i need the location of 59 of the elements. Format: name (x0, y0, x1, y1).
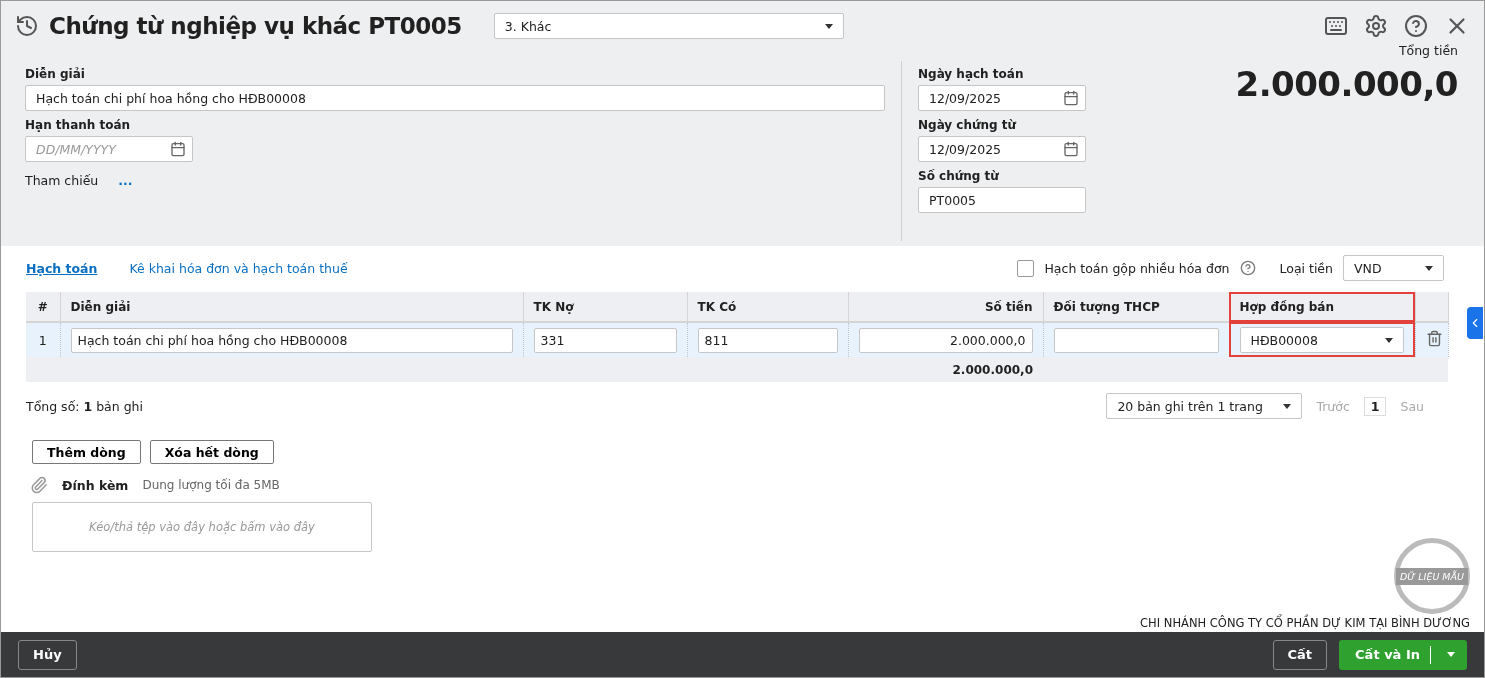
column-header: Diễn giải (60, 292, 523, 322)
attachment-label: Đính kèm (62, 477, 129, 493)
description-field[interactable]: Hạch toán chi phí hoa hồng cho HĐB00008 (25, 85, 885, 111)
tab[interactable]: Hạch toán (26, 260, 98, 276)
column-header: TK Có (687, 292, 848, 322)
window-title: Chứng từ nghiệp vụ khác PT0005 (49, 13, 462, 39)
column-header: TK Nợ (523, 292, 687, 322)
cell-input[interactable]: 331 (533, 327, 677, 353)
cell-input[interactable]: 811 (697, 327, 838, 353)
voucher-number-field[interactable]: PT0005 (918, 187, 1086, 213)
sample-data-stamp: DỮ LIỆU MẪU (1394, 538, 1470, 614)
tab[interactable]: Kê khai hóa đơn và hạch toán thuế (129, 260, 348, 276)
row-number: 1 (26, 322, 60, 357)
checkbox[interactable] (1017, 259, 1035, 277)
save-button[interactable]: Cất (1272, 639, 1328, 670)
cell-input[interactable]: 2.000.000,0 (858, 327, 1033, 353)
cell-input[interactable] (1053, 327, 1219, 353)
checkbox-label: Hạch toán gộp nhiều hóa đơn (1044, 260, 1230, 276)
field-label: Diễn giải (25, 67, 86, 81)
page-size-dropdown[interactable]: 20 bản ghi trên 1 trang (1106, 393, 1303, 419)
calendar-icon[interactable] (1063, 90, 1079, 106)
field-label: Ngày hạch toán (918, 67, 1025, 81)
column-header: # (26, 292, 60, 322)
currency-dropdown[interactable]: VND (1343, 255, 1444, 281)
cancel-button[interactable]: Hủy (18, 639, 77, 670)
reference-label: Tham chiếu (25, 173, 99, 188)
settings-icon[interactable] (1364, 14, 1388, 38)
help-icon[interactable] (1404, 14, 1428, 38)
help-icon[interactable] (1239, 260, 1256, 276)
reference-link[interactable]: ... (118, 173, 133, 188)
date-field[interactable]: 12/09/2025 (918, 136, 1086, 162)
page-number[interactable]: 1 (1363, 396, 1387, 416)
company-name: CHI NHÁNH CÔNG TY CỔ PHẦN DỰ KIM TẠI BÌNH DƯƠNG (1140, 616, 1470, 630)
field-label: Ngày chứng từ (918, 118, 1018, 132)
column-header: Hợp đồng bán (1229, 292, 1415, 322)
total-amount: 2.000.000,0 (1235, 64, 1458, 104)
calendar-icon[interactable] (1063, 141, 1079, 157)
record-count: Tổng số: 1 bản ghi (26, 398, 143, 414)
history-icon (15, 14, 39, 38)
column-header: Số tiền (848, 292, 1043, 322)
currency-label: Loại tiền (1279, 260, 1333, 276)
field-label: Số chứng từ (918, 169, 1000, 183)
table-total: 2.000.000,0 (26, 357, 1043, 382)
row-button[interactable]: Thêm dòng (32, 440, 141, 464)
total-label: Tổng tiền (1398, 43, 1458, 58)
voucher-type-dropdown[interactable]: 3. Khác (493, 13, 844, 39)
paperclip-icon (30, 476, 48, 494)
collapse-panel-button[interactable] (1467, 307, 1483, 339)
keyboard-icon[interactable] (1324, 14, 1348, 38)
delete-icon[interactable] (1425, 330, 1443, 347)
field-label: Hạn thanh toán (25, 118, 132, 132)
attachment-hint: Dung lượng tối đa 5MB (142, 478, 280, 492)
cell-input[interactable]: Hạch toán chi phí hoa hồng cho HĐB00008 (70, 327, 513, 353)
row-button[interactable]: Xóa hết dòng (149, 440, 274, 464)
contract-dropdown[interactable]: HĐB00008 (1239, 327, 1404, 353)
column-header: Đối tượng THCP (1043, 292, 1229, 322)
calendar-icon[interactable] (170, 141, 186, 157)
date-field[interactable]: DD/MM/YYYY (25, 136, 193, 162)
date-field[interactable]: 12/09/2025 (918, 85, 1086, 111)
